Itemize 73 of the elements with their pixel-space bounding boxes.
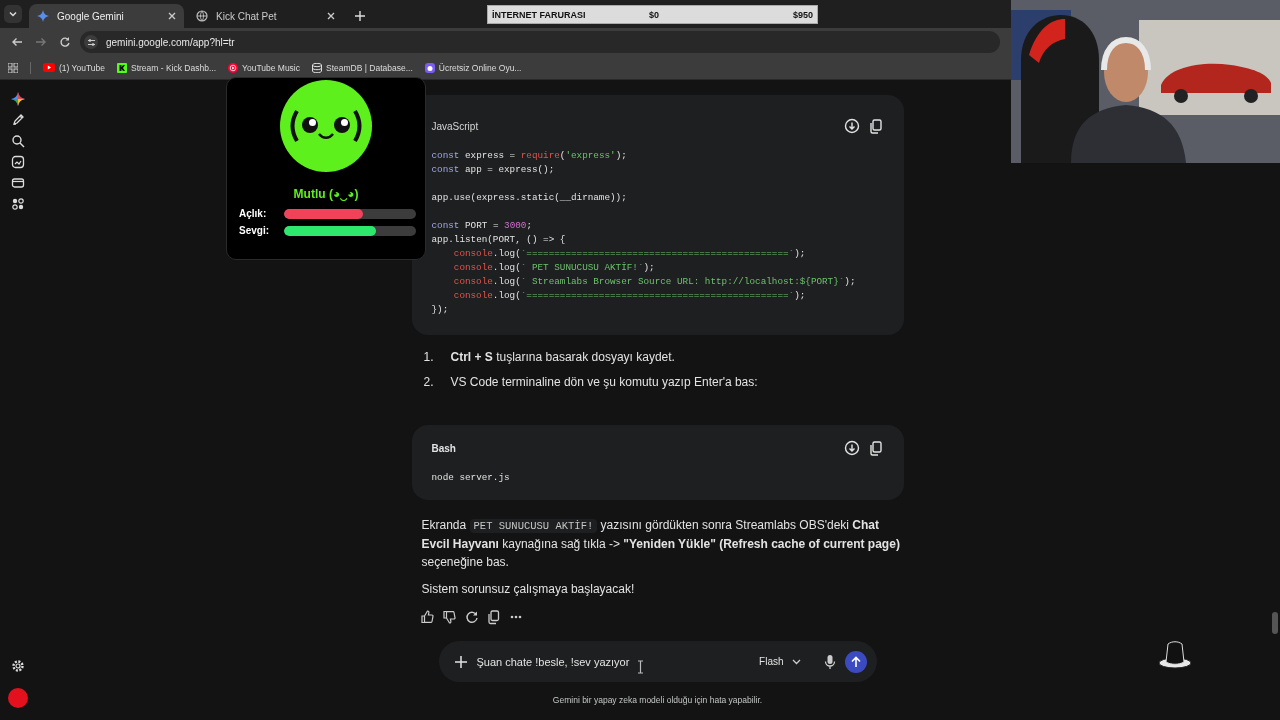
arrow-up-icon[interactable] bbox=[849, 655, 862, 668]
code-line: console.log(`===============================================`); bbox=[452, 289, 807, 303]
scrollbar[interactable] bbox=[1272, 612, 1278, 634]
address-bar[interactable]: gemini.google.com/app?hl=tr bbox=[80, 31, 1000, 53]
database-icon bbox=[312, 62, 322, 73]
text-cursor-icon bbox=[637, 660, 644, 674]
logo-icon bbox=[117, 62, 127, 73]
code-line: const app = express(); bbox=[431, 163, 556, 177]
code-line: console.log(` Streamlabs Browser Source URL: http://localhost:${PORT}`); bbox=[452, 275, 857, 289]
top-hat-icon bbox=[1158, 640, 1192, 670]
paragraph: Ekranda PET SUNUCUSU AKTİF! yazısını gördükten sonra Streamlabs OBS'deki Chat Evcil Hayvanı kaynağına sağ tıkla -> "Yeniden Yükle" (Refresh cache of current page) seçeneğine bas. bbox=[420, 517, 901, 571]
code-line: }); bbox=[431, 303, 450, 317]
browser-tab[interactable]: Google Gemini bbox=[29, 4, 184, 28]
thumbs-up-button[interactable] bbox=[419, 608, 436, 626]
site-settings-icon[interactable] bbox=[86, 37, 96, 47]
code-line: const express = require('express'); bbox=[431, 149, 628, 163]
copy-button[interactable] bbox=[485, 608, 502, 626]
code-line: app.use(express.static(__dirname)); bbox=[431, 191, 628, 205]
thumbs-down-button[interactable] bbox=[441, 608, 458, 626]
more-icon[interactable] bbox=[509, 615, 522, 619]
browser-tab[interactable]: Kick Chat Pet bbox=[188, 4, 343, 28]
sparkle-icon bbox=[37, 10, 49, 22]
send-button[interactable] bbox=[844, 650, 867, 673]
message-input[interactable]: Şuan chate !besle, !sev yazıyor bbox=[476, 652, 752, 671]
paragraph: Sistem sorunsuz çalışmaya başlayacak! bbox=[420, 581, 636, 598]
list-number: 2. bbox=[423, 374, 435, 391]
microphone-button[interactable] bbox=[822, 653, 837, 670]
bookmark[interactable]: (1) YouTube bbox=[43, 62, 105, 73]
search-icon[interactable] bbox=[10, 134, 25, 148]
apps-icon[interactable] bbox=[10, 197, 25, 211]
chevron-icon bbox=[791, 658, 801, 665]
copy-icon[interactable] bbox=[867, 440, 884, 456]
close-icon[interactable] bbox=[168, 12, 176, 20]
globe-icon bbox=[196, 10, 208, 22]
video-icon[interactable] bbox=[10, 176, 25, 190]
code-line: const PORT = 3000; bbox=[431, 219, 533, 233]
meter-label: Açlık: bbox=[239, 208, 268, 219]
code-language: JavaScript bbox=[431, 120, 479, 132]
pet-mood-text: Mutlu (◕‿◕) bbox=[293, 186, 359, 202]
bookmark[interactable]: YouTube Music bbox=[228, 62, 300, 73]
list-item-text: Ctrl + S tuşlarına basarak dosyayı kaydet. bbox=[450, 349, 675, 366]
model-dropdown[interactable]: Flash bbox=[759, 656, 801, 667]
disclaimer-text: Gemini bir yapay zeka modeli olduğu için hata yapabilir. bbox=[552, 694, 763, 707]
list-item-text: VS Code terminaline dön ve şu komutu yazıp Enter'a bas: bbox=[450, 374, 758, 391]
play-icon bbox=[228, 62, 239, 73]
settings-icon[interactable] bbox=[10, 659, 25, 673]
image-icon[interactable] bbox=[10, 155, 25, 169]
code-line: app.listen(PORT, () => { bbox=[431, 233, 567, 247]
sparkle-icon[interactable] bbox=[10, 92, 25, 106]
download-icon[interactable] bbox=[843, 118, 860, 134]
new-tab-button[interactable] bbox=[353, 9, 367, 23]
logo-icon bbox=[424, 62, 435, 73]
goal-start: $0 bbox=[649, 9, 660, 20]
bookmark[interactable]: Ücretsiz Online Oyu... bbox=[424, 62, 522, 73]
code-line: node server.js bbox=[431, 471, 511, 485]
bookmark[interactable]: Stream - Kick Dashb... bbox=[117, 62, 217, 73]
bookmark[interactable]: SteamDB | Database... bbox=[312, 62, 413, 73]
code-language: Bash bbox=[431, 442, 456, 454]
code-line: console.log(` PET SUNUCUSU AKTİF!`); bbox=[452, 261, 656, 275]
meter-label: Sevgi: bbox=[239, 225, 270, 236]
play-icon bbox=[43, 63, 55, 72]
close-icon[interactable] bbox=[327, 12, 335, 20]
code-line: console.log(`===============================================`); bbox=[452, 247, 807, 261]
goal-target: $950 bbox=[792, 9, 813, 20]
avatar[interactable] bbox=[7, 688, 28, 708]
goal-label: İNTERNET FARURASI bbox=[492, 9, 587, 20]
copy-icon[interactable] bbox=[867, 118, 884, 134]
list-number: 1. bbox=[423, 349, 435, 366]
pencil-icon[interactable] bbox=[10, 113, 25, 127]
plus-icon bbox=[355, 11, 365, 21]
chevron-icon bbox=[8, 9, 18, 19]
download-icon[interactable] bbox=[843, 440, 860, 456]
tab-list-button[interactable] bbox=[4, 5, 22, 23]
